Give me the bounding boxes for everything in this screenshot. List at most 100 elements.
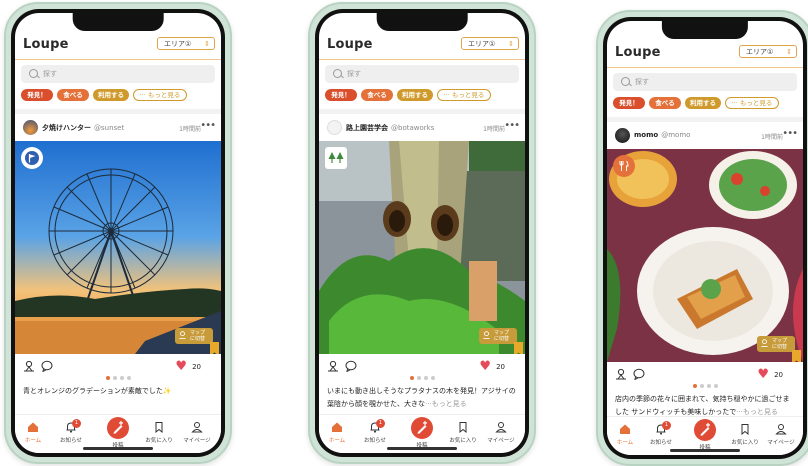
search-input[interactable]: 探す bbox=[325, 65, 519, 83]
tab-notifications[interactable]: 1 お知らせ bbox=[357, 419, 393, 444]
caption-text: いまにも動き出しそうなプラタナスの木を発見！アジサイの葉陰から顔を覗かせた、大き… bbox=[327, 387, 516, 408]
more-options-icon[interactable]: ••• bbox=[200, 120, 216, 131]
location-icon[interactable] bbox=[615, 368, 627, 380]
notch bbox=[72, 13, 164, 31]
avatar[interactable] bbox=[327, 120, 342, 135]
section-divider bbox=[319, 109, 525, 114]
area-label: エリア① bbox=[468, 40, 496, 48]
header-divider bbox=[15, 59, 221, 60]
search-input[interactable]: 探す bbox=[21, 65, 215, 83]
tab-mypage[interactable]: マイページ bbox=[179, 421, 215, 444]
bookmark-icon[interactable] bbox=[792, 350, 801, 362]
chip-eat[interactable]: 食べる bbox=[57, 89, 89, 101]
chip-use[interactable]: 利用する bbox=[93, 89, 129, 101]
post-user[interactable]: momo @momo bbox=[634, 131, 690, 139]
tab-favorites[interactable]: お気に入り bbox=[445, 421, 481, 444]
chip-eat[interactable]: 食べる bbox=[649, 97, 681, 109]
chip-discover[interactable]: 発見！ bbox=[21, 89, 53, 101]
like-count: 20 bbox=[192, 363, 201, 371]
tab-label: ホーム bbox=[24, 438, 42, 444]
chip-discover[interactable]: 発見！ bbox=[325, 89, 357, 101]
map-switch-button[interactable]: マップ に切替 bbox=[757, 336, 795, 352]
area-selector[interactable]: エリア① ⇕ bbox=[157, 37, 215, 50]
caption-more-link[interactable]: ···もっと見る bbox=[425, 400, 467, 408]
chip-eat[interactable]: 食べる bbox=[361, 89, 393, 101]
tab-home[interactable]: ホーム bbox=[319, 421, 355, 444]
tab-mypage[interactable]: マイページ bbox=[483, 421, 519, 444]
heart-icon[interactable]: ♥ bbox=[479, 360, 491, 373]
tab-home[interactable]: ホーム bbox=[607, 423, 643, 446]
heart-icon[interactable]: ♥ bbox=[757, 368, 769, 381]
app-header: Loupe エリア① ⇕ bbox=[319, 31, 525, 57]
home-icon bbox=[28, 422, 38, 432]
tab-mypage[interactable]: マイページ bbox=[763, 423, 799, 446]
tab-notifications[interactable]: 1 お知らせ bbox=[643, 421, 679, 446]
chevron-updown-icon: ⇕ bbox=[508, 40, 514, 48]
tab-favorites[interactable]: お気に入り bbox=[727, 423, 763, 446]
more-options-icon[interactable]: ••• bbox=[504, 120, 520, 131]
ferris-wheel-photo bbox=[15, 141, 221, 354]
chip-use[interactable]: 利用する bbox=[685, 97, 721, 109]
post-actions: ♥ 20 bbox=[607, 367, 803, 388]
tab-label: マイページ bbox=[183, 438, 211, 444]
header-divider bbox=[319, 59, 525, 60]
map-label-2: に切替 bbox=[772, 344, 788, 350]
comment-icon[interactable] bbox=[345, 360, 357, 372]
search-input[interactable]: 探す bbox=[613, 73, 797, 91]
tab-favorites[interactable]: お気に入り bbox=[141, 421, 177, 444]
tab-label: お気に入り bbox=[449, 438, 477, 444]
tab-label: お気に入り bbox=[731, 440, 759, 446]
chip-more[interactable]: ··· もっと見る bbox=[133, 89, 187, 101]
more-options-icon[interactable]: ••• bbox=[782, 128, 798, 139]
chip-more[interactable]: ··· もっと見る bbox=[437, 89, 491, 101]
section-divider bbox=[15, 109, 221, 114]
phone-3: Loupe エリア① ⇕ 探す 発見！ 食べる 利用する ··· もっと見る mo… bbox=[596, 10, 808, 466]
comment-icon[interactable] bbox=[41, 360, 53, 372]
map-switch-button[interactable]: マップ に切替 bbox=[479, 328, 517, 344]
phone-1: Loupe エリア① ⇕ 探す 発見！ 食べる 利用する ··· もっと見る 夕焼… bbox=[4, 2, 232, 464]
tab-label: お知らせ bbox=[60, 438, 82, 444]
bookmark-outline-icon bbox=[741, 424, 749, 436]
post-actions: ♥ 20 bbox=[319, 359, 525, 380]
phone-bezel: Loupe エリア① ⇕ 探す 発見！ 食べる 利用する ··· もっと見る 路上… bbox=[315, 9, 529, 457]
location-icon[interactable] bbox=[327, 360, 339, 372]
user-handle: @momo bbox=[661, 131, 691, 139]
post-caption: 青とオレンジのグラデーションが素敵でした✨ bbox=[23, 385, 213, 398]
tab-home[interactable]: ホーム bbox=[15, 421, 51, 444]
post-user[interactable]: 路上園芸学会 @botaworks bbox=[346, 123, 434, 133]
area-selector[interactable]: エリア① ⇕ bbox=[461, 37, 519, 50]
avatar[interactable] bbox=[615, 128, 630, 143]
comment-icon[interactable] bbox=[633, 368, 645, 380]
chip-more[interactable]: ··· もっと見る bbox=[725, 97, 779, 109]
bookmark-icon[interactable] bbox=[514, 342, 523, 354]
photo-pager bbox=[691, 373, 719, 392]
user-handle: @botaworks bbox=[391, 124, 435, 132]
post-caption: いまにも動き出しそうなプラタナスの木を発見！アジサイの葉陰から顔を覗かせた、大き… bbox=[327, 385, 517, 411]
pencil-plus-icon bbox=[113, 421, 123, 434]
tab-notifications[interactable]: 1 お知らせ bbox=[53, 419, 89, 444]
home-indicator bbox=[83, 447, 153, 450]
notification-badge: 1 bbox=[662, 421, 671, 430]
phone-bezel: Loupe エリア① ⇕ 探す 発見！ 食べる 利用する ··· もっと見る 夕焼… bbox=[11, 9, 225, 457]
phone-2: Loupe エリア① ⇕ 探す 発見！ 食べる 利用する ··· もっと見る 路上… bbox=[308, 2, 536, 464]
map-switch-button[interactable]: マップ に切替 bbox=[175, 328, 213, 344]
app-logo: Loupe bbox=[327, 37, 373, 52]
post-photo[interactable]: マップ に切替 bbox=[319, 141, 525, 354]
area-selector[interactable]: エリア① ⇕ bbox=[739, 45, 797, 58]
chip-use[interactable]: 利用する bbox=[397, 89, 433, 101]
post-photo[interactable]: マップ に切替 bbox=[15, 141, 221, 354]
bookmark-icon[interactable] bbox=[210, 342, 219, 354]
cafe-food-photo bbox=[607, 149, 803, 362]
location-icon[interactable] bbox=[23, 360, 35, 372]
post-photo[interactable]: マップ に切替 bbox=[607, 149, 803, 362]
post-time: 1時間前 bbox=[761, 134, 783, 141]
post-user[interactable]: 夕焼けハンター @sunset bbox=[42, 123, 124, 133]
avatar[interactable] bbox=[23, 120, 38, 135]
notch bbox=[661, 21, 749, 39]
home-indicator bbox=[387, 447, 457, 450]
caption-more-link[interactable]: ···もっと見る bbox=[736, 408, 778, 416]
heart-icon[interactable]: ♥ bbox=[175, 360, 187, 373]
header-divider bbox=[607, 67, 803, 68]
chip-discover[interactable]: 発見！ bbox=[613, 97, 645, 109]
tab-label: ホーム bbox=[616, 440, 634, 446]
